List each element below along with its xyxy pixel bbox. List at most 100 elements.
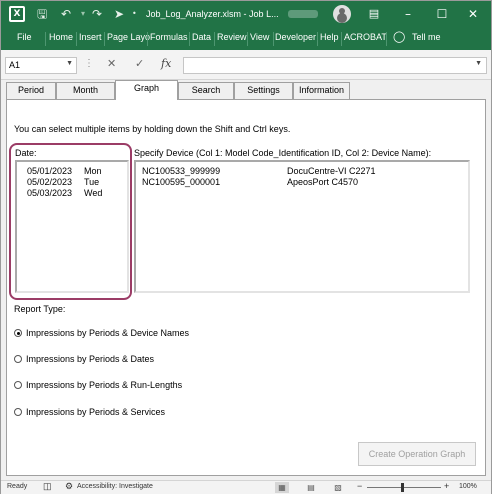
- chevron-down-icon[interactable]: ▼: [475, 60, 482, 67]
- radio-label: Impressions by Periods & Dates: [26, 354, 155, 364]
- customize-dropdown-icon[interactable]: •: [132, 6, 137, 22]
- report-type-label: Report Type:: [14, 304, 66, 314]
- ribbon-display-icon[interactable]: ▤: [365, 5, 383, 23]
- user-name-blurred: [288, 10, 318, 18]
- instruction-text: You can select multiple items by holding…: [14, 124, 291, 134]
- device-id: NC100595_000001: [142, 177, 221, 187]
- formula-input[interactable]: ▼: [183, 57, 487, 74]
- userform: Period Month Graph Search Settings Infor…: [1, 80, 491, 480]
- tab-separator: [317, 32, 318, 46]
- tab-search[interactable]: Search: [178, 82, 234, 99]
- status-ready: Ready: [7, 483, 28, 490]
- more-options-icon[interactable]: ⋮: [84, 58, 94, 69]
- tab-month[interactable]: Month: [56, 82, 115, 99]
- tab-period[interactable]: Period: [6, 82, 56, 99]
- minimize-icon[interactable]: –: [399, 5, 417, 23]
- date-weekday: Mon: [84, 166, 102, 176]
- page-layout-view-icon[interactable]: ▤: [304, 482, 318, 493]
- close-icon[interactable]: ✕: [464, 5, 482, 23]
- zoom-out-button[interactable]: −: [357, 481, 362, 491]
- excel-icon-glyph: X: [11, 8, 23, 20]
- page-break-view-icon[interactable]: ▧: [331, 482, 345, 493]
- macro-record-icon[interactable]: ◫: [43, 481, 52, 492]
- date-value: 05/03/2023: [27, 188, 73, 198]
- device-listbox[interactable]: NC100533_999999 DocuCentre-VI C2271 NC10…: [134, 160, 470, 293]
- tab-help[interactable]: Help: [320, 32, 339, 42]
- device-name: DocuCentre-VI C2271: [287, 166, 376, 176]
- tab-acrobat[interactable]: ACROBAT: [344, 32, 387, 42]
- tab-review[interactable]: Review: [217, 32, 247, 42]
- tell-me-search[interactable]: Tell me: [412, 32, 441, 42]
- tab-data[interactable]: Data: [192, 32, 211, 42]
- tab-developer[interactable]: Developer: [275, 32, 316, 42]
- device-label: Specify Device (Col 1: Model Code_Identi…: [134, 148, 432, 158]
- tab-formulas[interactable]: Formulas: [150, 32, 188, 42]
- tab-separator: [341, 32, 342, 46]
- tab-separator: [76, 32, 77, 46]
- status-bar: Ready ◫ ⚙ Accessibility: Investigate ▦ ▤…: [1, 480, 491, 494]
- accessibility-status[interactable]: Accessibility: Investigate: [77, 483, 153, 490]
- tab-separator: [147, 32, 148, 46]
- list-item[interactable]: 05/01/2023 Mon: [27, 166, 102, 176]
- tab-settings[interactable]: Settings: [234, 82, 293, 99]
- date-listbox[interactable]: 05/01/2023 Mon 05/02/2023 Tue 05/03/2023…: [15, 160, 129, 293]
- tab-separator: [386, 32, 387, 46]
- cancel-icon[interactable]: ✕: [107, 57, 116, 70]
- save-icon[interactable]: 🖫: [37, 6, 47, 22]
- date-value: 05/01/2023: [27, 166, 73, 176]
- zoom-level[interactable]: 100%: [459, 483, 477, 490]
- radio-label: Impressions by Periods & Device Names: [26, 328, 190, 338]
- create-operation-graph-button[interactable]: Create Operation Graph: [358, 442, 476, 466]
- date-value: 05/02/2023: [27, 177, 73, 187]
- list-item[interactable]: 05/03/2023 Wed: [27, 188, 102, 198]
- excel-icon: X: [9, 6, 25, 22]
- restore-icon[interactable]: ☐: [433, 5, 451, 23]
- date-label: Date:: [15, 148, 37, 158]
- chevron-down-icon[interactable]: ▼: [66, 60, 73, 67]
- undo-icon[interactable]: ↶: [61, 6, 71, 22]
- list-item[interactable]: NC100595_000001 ApeosPort C4570: [142, 177, 358, 187]
- tab-page-layout[interactable]: Page Layo: [107, 32, 150, 42]
- enter-icon[interactable]: ✓: [135, 57, 144, 70]
- title-bar: X 🖫 ↶ ▾ ↷ ➤ • Job_Log_Analyzer.xlsm - Jo…: [1, 1, 491, 28]
- tab-home[interactable]: Home: [49, 32, 73, 42]
- tab-separator: [214, 32, 215, 46]
- radio-selected-icon[interactable]: [14, 329, 22, 337]
- tab-separator: [104, 32, 105, 46]
- name-box-value: A1: [9, 60, 21, 70]
- ribbon-tabs: File Home Insert Page Layo Formulas Data…: [1, 28, 491, 50]
- radio-label: Impressions by Periods & Run-Lengths: [26, 380, 183, 390]
- zoom-in-button[interactable]: +: [444, 481, 449, 491]
- zoom-slider[interactable]: [367, 487, 441, 488]
- radio-unselected-icon[interactable]: [14, 355, 22, 363]
- tab-separator: [189, 32, 190, 46]
- radio-unselected-icon[interactable]: [14, 381, 22, 389]
- avatar[interactable]: [333, 5, 351, 23]
- cursor-icon[interactable]: ➤: [114, 6, 124, 22]
- list-item[interactable]: NC100533_999999 DocuCentre-VI C2271: [142, 166, 376, 176]
- radio-label: Impressions by Periods & Services: [26, 407, 166, 417]
- tab-file[interactable]: File: [17, 32, 32, 42]
- tab-information[interactable]: Information: [293, 82, 350, 99]
- device-id: NC100533_999999: [142, 166, 221, 176]
- tab-separator: [45, 32, 46, 46]
- name-box[interactable]: A1 ▼: [5, 57, 77, 74]
- undo-dropdown-icon[interactable]: ▾: [81, 6, 85, 22]
- tab-view[interactable]: View: [250, 32, 269, 42]
- radio-unselected-icon[interactable]: [14, 408, 22, 416]
- list-item[interactable]: 05/02/2023 Tue: [27, 177, 99, 187]
- zoom-slider-handle[interactable]: [401, 483, 404, 492]
- lightbulb-icon[interactable]: ◯: [393, 30, 405, 43]
- graph-panel: You can select multiple items by holding…: [6, 99, 486, 476]
- accessibility-icon[interactable]: ⚙: [65, 481, 73, 492]
- redo-icon[interactable]: ↷: [92, 6, 102, 22]
- normal-view-icon[interactable]: ▦: [275, 482, 289, 493]
- insert-function-icon[interactable]: fx: [161, 57, 171, 70]
- tab-insert[interactable]: Insert: [79, 32, 102, 42]
- date-weekday: Tue: [84, 177, 100, 187]
- window-title: Job_Log_Analyzer.xlsm - Job L...: [146, 9, 279, 19]
- excel-window: X 🖫 ↶ ▾ ↷ ➤ • Job_Log_Analyzer.xlsm - Jo…: [0, 0, 492, 494]
- formula-bar: A1 ▼ ⋮ ✕ ✓ fx ▼: [1, 50, 491, 80]
- tab-graph[interactable]: Graph: [115, 80, 178, 100]
- date-weekday: Wed: [84, 188, 103, 198]
